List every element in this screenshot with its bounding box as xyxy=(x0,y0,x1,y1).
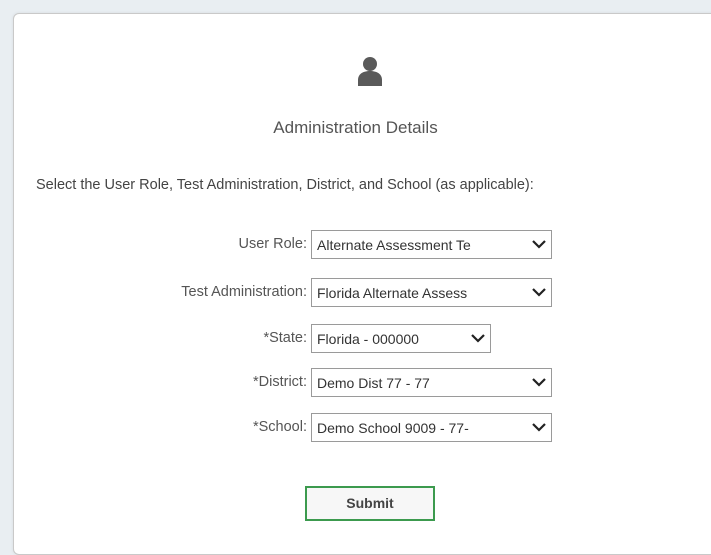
chevron-down-icon xyxy=(527,279,551,306)
state-label: *State: xyxy=(263,330,307,346)
state-select[interactable]: Florida - 000000 xyxy=(311,324,491,353)
chevron-down-icon xyxy=(527,414,551,441)
chevron-down-icon xyxy=(466,325,490,352)
test-administration-select[interactable]: Florida Alternate Assess xyxy=(311,278,552,307)
user-role-value: Alternate Assessment Te xyxy=(317,237,471,253)
test-administration-value: Florida Alternate Assess xyxy=(317,285,468,301)
user-role-label: User Role: xyxy=(238,236,308,252)
school-value: Demo School 9009 - 77- xyxy=(317,420,469,436)
district-select[interactable]: Demo Dist 77 - 77 xyxy=(311,368,552,397)
school-select[interactable]: Demo School 9009 - 77- xyxy=(311,413,552,442)
chevron-down-icon xyxy=(527,231,551,258)
state-value: Florida - 000000 xyxy=(317,331,419,347)
user-role-select[interactable]: Alternate Assessment Te xyxy=(311,230,552,259)
test-administration-label: Test Administration: xyxy=(181,284,307,300)
instructions-text: Select the User Role, Test Administratio… xyxy=(36,177,534,193)
page-title: Administration Details xyxy=(273,118,438,137)
user-icon xyxy=(357,56,383,86)
chevron-down-icon xyxy=(527,369,551,396)
district-value: Demo Dist 77 - 77 xyxy=(317,375,430,391)
school-label: *School: xyxy=(252,419,307,435)
district-label: *District: xyxy=(253,374,307,390)
submit-button[interactable]: Submit xyxy=(305,486,435,521)
